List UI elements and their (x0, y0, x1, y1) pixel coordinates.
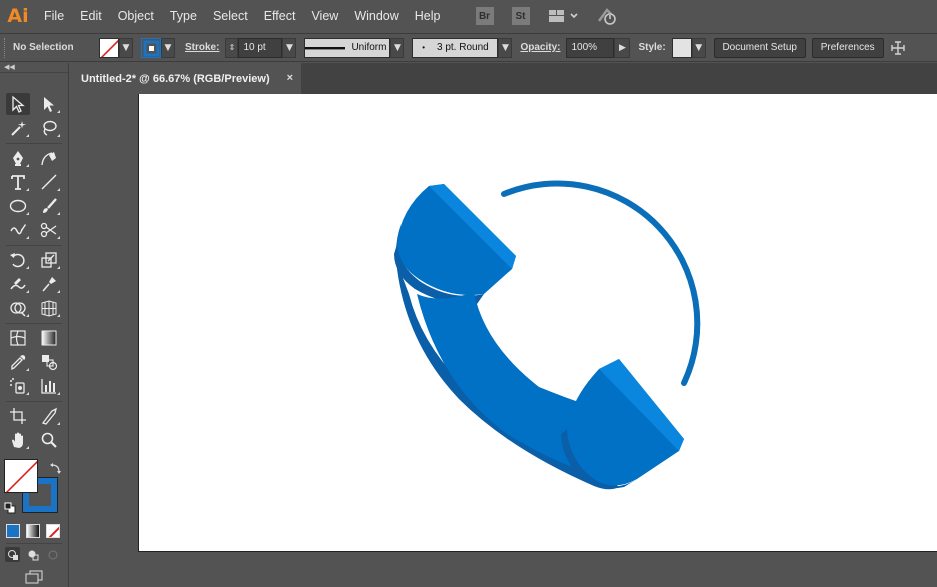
variable-width-profile[interactable]: Uniform (304, 37, 391, 58)
canvas-workspace[interactable] (71, 94, 937, 587)
profile-label: Uniform (351, 42, 387, 53)
rotate-tool[interactable] (6, 249, 30, 271)
document-tab-title: Untitled-2* @ 66.67% (RGB/Preview) (81, 72, 270, 85)
illustrator-window: Ai File Edit Object Type Select Effect V… (0, 0, 937, 587)
type-tool[interactable] (6, 171, 30, 193)
color-mode-gradient[interactable] (26, 524, 40, 538)
profile-dropdown-icon[interactable]: ▼ (390, 37, 405, 58)
blend-tool[interactable] (37, 351, 61, 373)
fill-dropdown-icon[interactable]: ▼ (119, 37, 133, 58)
scale-tool[interactable] (37, 249, 61, 271)
stock-label: St (511, 7, 530, 25)
paintbrush-tool[interactable] (37, 195, 61, 217)
bridge-label: Br (475, 7, 494, 25)
stroke-stepper[interactable]: ⇕ (225, 37, 239, 58)
artboard-tool[interactable] (6, 405, 30, 427)
gpu-performance-icon[interactable] (596, 5, 618, 27)
lasso-tool[interactable] (37, 117, 61, 139)
workspace-arrange-icon[interactable] (546, 5, 582, 27)
color-mode-color[interactable] (6, 524, 20, 538)
hand-tool[interactable] (6, 429, 30, 451)
collapse-panel-icon[interactable]: ◀◀ (0, 63, 68, 73)
close-icon[interactable]: × (287, 72, 293, 84)
signal-arc (501, 180, 701, 386)
column-graph-tool[interactable] (37, 375, 61, 397)
perspective-grid-tool[interactable] (37, 297, 61, 319)
menu-file[interactable]: File (36, 0, 72, 32)
menu-select[interactable]: Select (205, 0, 256, 32)
symbol-sprayer-tool[interactable] (6, 375, 30, 397)
menu-help[interactable]: Help (407, 0, 449, 32)
stroke-weight-input[interactable]: 10 pt (238, 37, 283, 58)
app-logo: Ai (7, 5, 29, 27)
style-label: Style: (638, 42, 666, 53)
draw-normal-icon[interactable] (5, 547, 20, 562)
color-mode-none[interactable] (46, 524, 60, 538)
draw-mode-row (5, 547, 65, 563)
menu-edit[interactable]: Edit (72, 0, 110, 32)
preferences-button[interactable]: Preferences (811, 37, 884, 58)
scissors-tool[interactable] (37, 219, 61, 241)
mesh-tool[interactable] (6, 327, 30, 349)
draw-behind-icon[interactable] (25, 547, 40, 562)
color-mode-row (6, 524, 64, 540)
opacity-label[interactable]: Opacity: (520, 42, 560, 53)
style-dropdown-icon[interactable]: ▼ (691, 37, 706, 58)
menu-type[interactable]: Type (162, 0, 205, 32)
tools-panel: ◀◀ (0, 63, 69, 587)
bridge-icon[interactable]: Br (474, 5, 496, 27)
brush-label: 3 pt. Round (437, 42, 489, 53)
menu-window[interactable]: Window (346, 0, 406, 32)
selection-status: No Selection (13, 42, 74, 53)
brush-definition[interactable]: • 3 pt. Round (412, 37, 499, 58)
draw-inside-icon[interactable] (45, 547, 60, 562)
ellipse-tool[interactable] (6, 195, 30, 217)
direct-selection-tool[interactable] (37, 93, 61, 115)
document-tab[interactable]: Untitled-2* @ 66.67% (RGB/Preview) × (71, 63, 301, 94)
menu-view[interactable]: View (303, 0, 346, 32)
eyedropper-tool[interactable] (6, 351, 30, 373)
gradient-tool[interactable] (37, 327, 61, 349)
stroke-dropdown-icon[interactable]: ▼ (161, 37, 175, 58)
menu-bar: Ai File Edit Object Type Select Effect V… (0, 0, 937, 32)
magic-wand-tool[interactable] (6, 117, 30, 139)
panel-grip[interactable] (4, 37, 9, 58)
control-bar: No Selection ▼ ▼ Stroke: ⇕ 10 pt ▼ Unifo… (0, 33, 937, 62)
opacity-dropdown-icon[interactable]: ▶ (614, 37, 631, 58)
artboard[interactable] (138, 94, 937, 552)
fill-swatch[interactable] (99, 37, 119, 58)
brush-dropdown-icon[interactable]: ▼ (498, 37, 513, 58)
shaper-tool[interactable] (6, 219, 30, 241)
menu-effect[interactable]: Effect (256, 0, 304, 32)
opacity-input[interactable]: 100% (566, 37, 615, 58)
phone-illustration[interactable] (139, 94, 937, 552)
stroke-label[interactable]: Stroke: (185, 42, 219, 53)
arrange-documents-icon[interactable] (887, 37, 909, 59)
curvature-tool[interactable] (37, 147, 61, 169)
document-tab-bar: Untitled-2* @ 66.67% (RGB/Preview) × (71, 63, 937, 94)
stroke-weight-dropdown-icon[interactable]: ▼ (282, 37, 297, 58)
line-segment-tool[interactable] (37, 171, 61, 193)
zoom-tool[interactable] (37, 429, 61, 451)
brush-dot-icon: • (422, 43, 425, 52)
graphic-style-swatch[interactable] (671, 37, 692, 58)
stroke-swatch[interactable] (141, 37, 161, 58)
shape-builder-tool[interactable] (6, 297, 30, 319)
default-fill-stroke-icon[interactable] (4, 499, 16, 514)
pen-tool[interactable] (6, 147, 30, 169)
stock-icon[interactable]: St (510, 5, 532, 27)
fill-stroke-widget (4, 459, 66, 514)
menu-object[interactable]: Object (110, 0, 162, 32)
screen-mode-icon[interactable] (24, 569, 46, 585)
slice-tool[interactable] (37, 405, 61, 427)
puppet-warp-tool[interactable] (37, 273, 61, 295)
selection-tool[interactable] (6, 93, 30, 115)
document-setup-button[interactable]: Document Setup (713, 37, 806, 58)
warp-tool[interactable] (6, 273, 30, 295)
fill-color-swatch[interactable] (4, 459, 38, 493)
swap-fill-stroke-icon[interactable] (50, 459, 62, 474)
